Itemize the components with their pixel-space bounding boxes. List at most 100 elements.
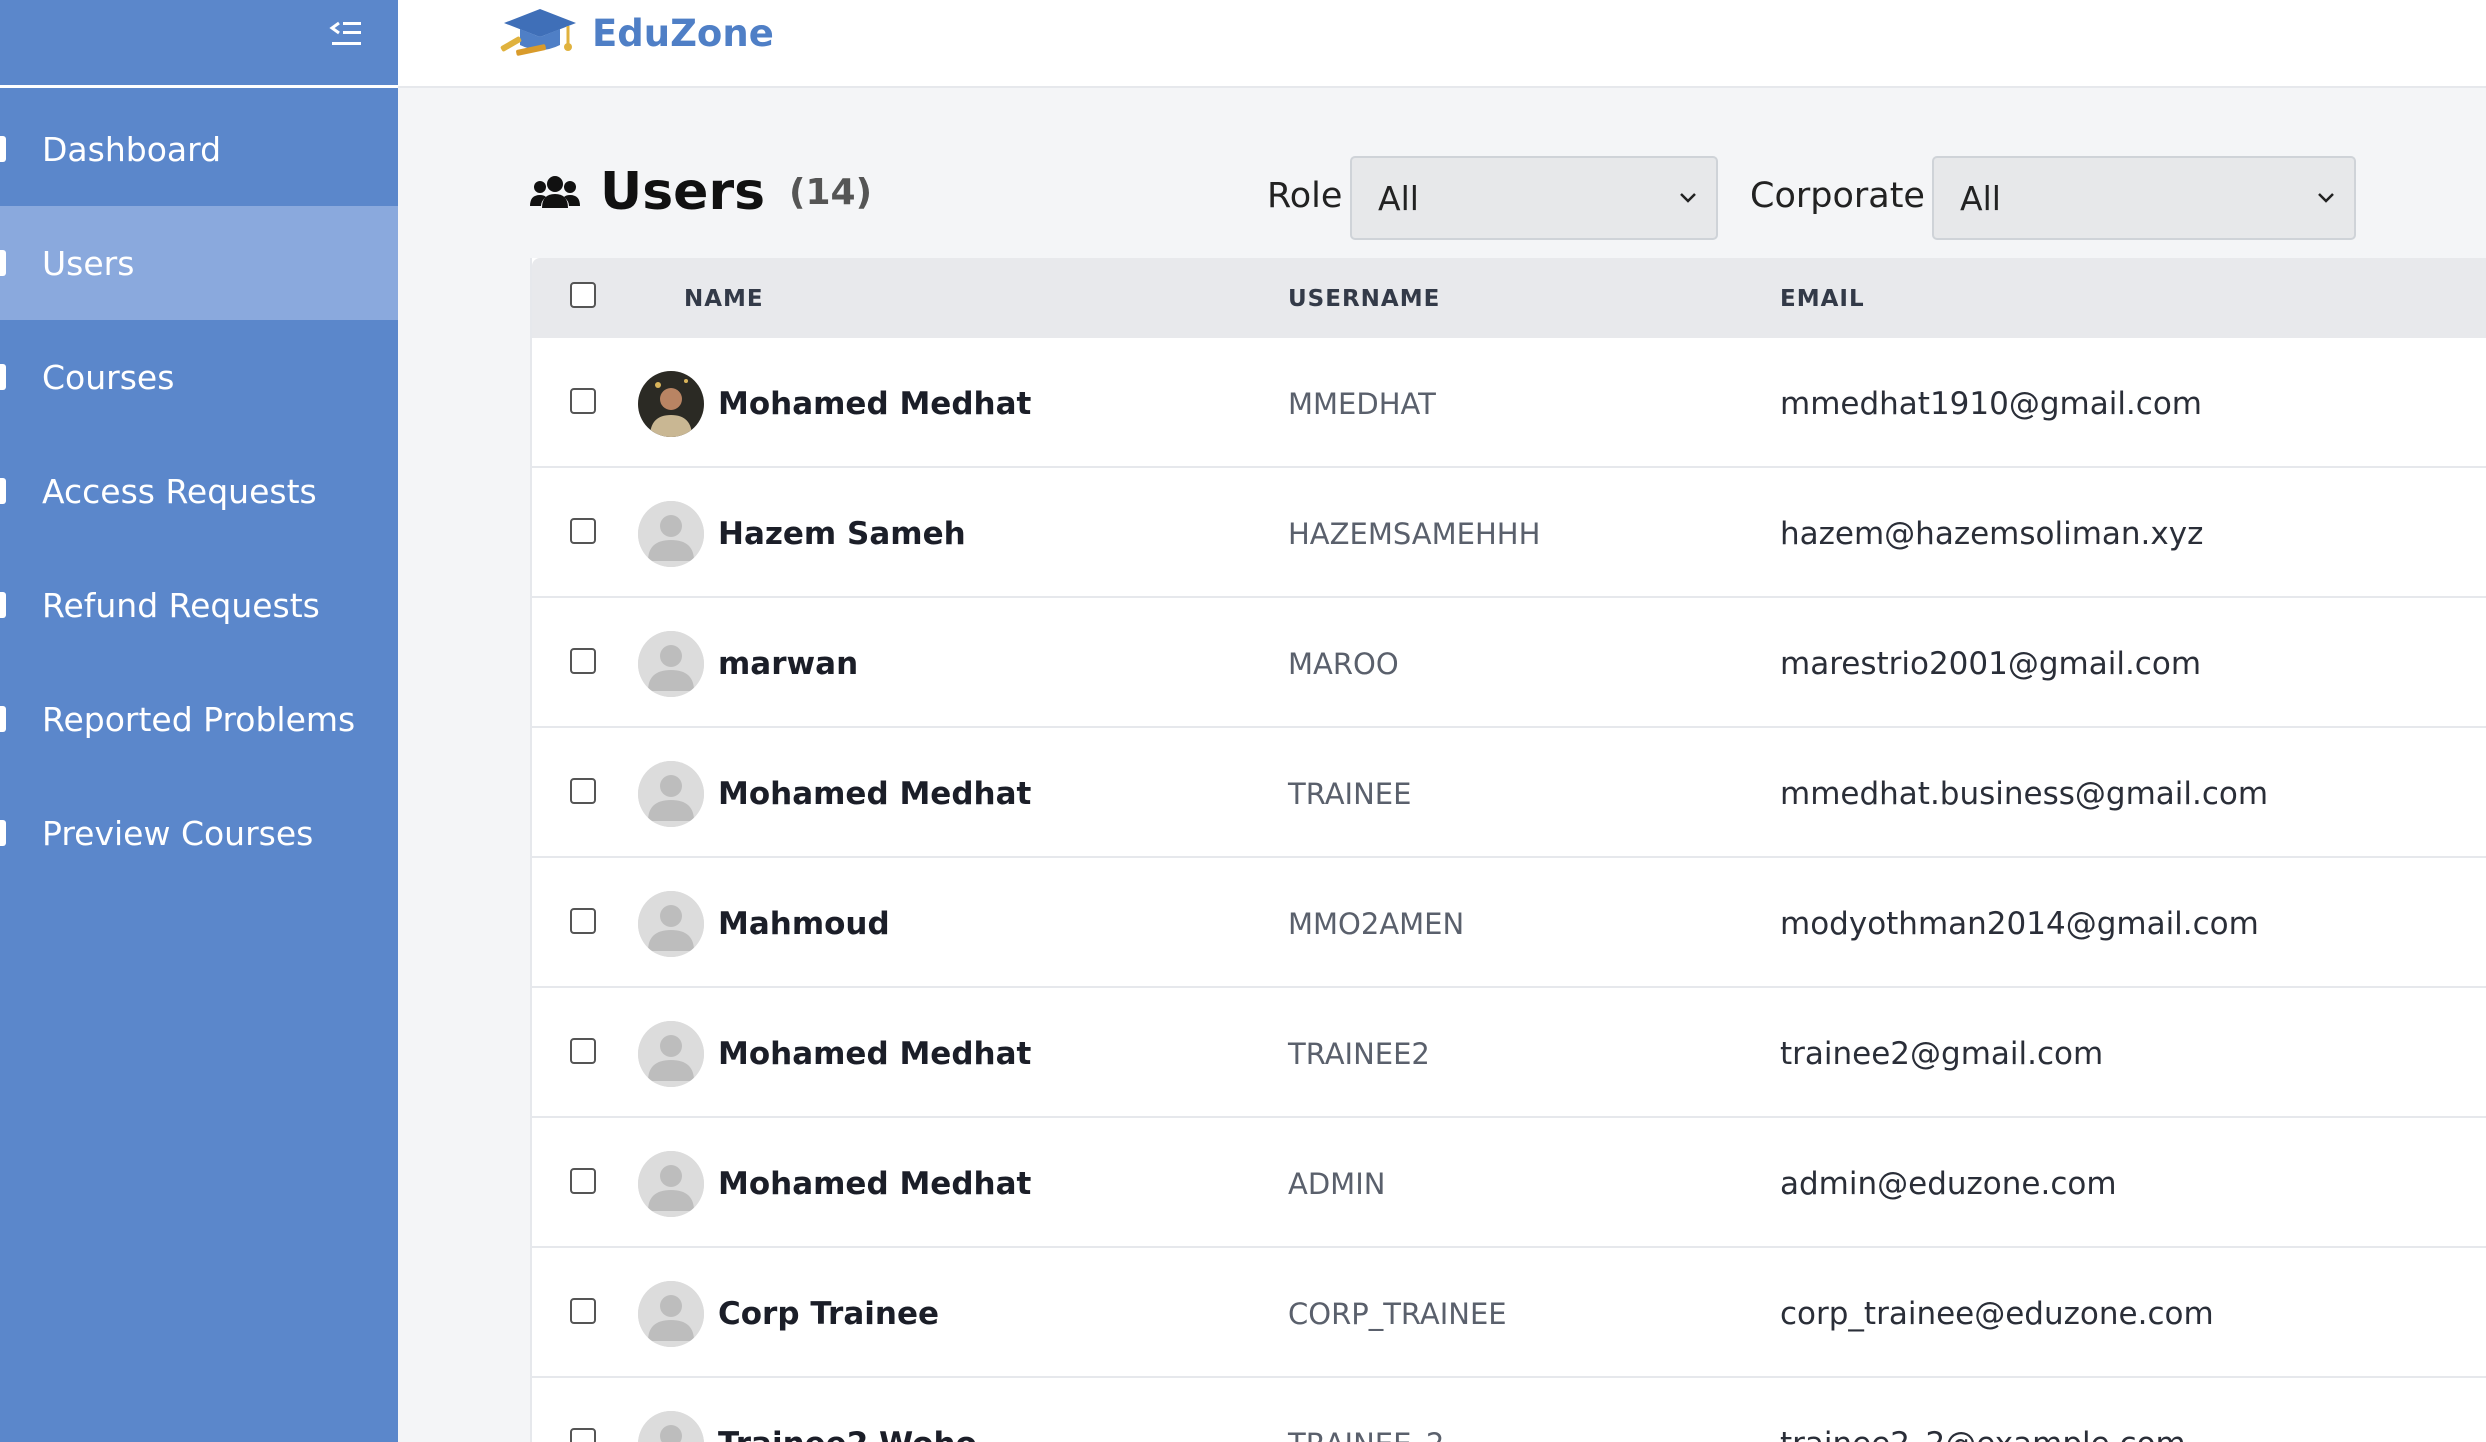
sidebar-item-access-requests[interactable]: Access Requests — [0, 434, 398, 548]
corporate-filter-label: Corporate — [1750, 176, 1925, 216]
sidebar-item-dashboard[interactable]: Dashboard — [0, 92, 398, 206]
table-row[interactable]: Corp Trainee CORP_TRAINEE corp_trainee@edu… — [532, 1248, 2486, 1378]
column-header-username[interactable]: USERNAME — [1288, 286, 1440, 312]
user-username: TRAINEE2 — [1288, 1037, 1430, 1071]
sidebar-item-users[interactable]: Users — [0, 206, 398, 320]
user-username: MAROO — [1288, 647, 1399, 681]
user-name[interactable]: Mohamed Medhat — [718, 386, 1031, 422]
user-name[interactable]: Corp Trainee — [718, 1296, 939, 1332]
user-email: mmedhat.business@gmail.com — [1780, 776, 2269, 812]
page-title-text: Users — [600, 162, 766, 222]
row-checkbox[interactable] — [570, 1168, 596, 1194]
table-row[interactable]: Hazem Sameh HAZEMSAMEHHH hazem@hazemsolima… — [532, 468, 2486, 598]
user-name[interactable]: Mohamed Medhat — [718, 1166, 1031, 1202]
table-body: Mohamed Medhat MMEDHAT mmedhat1910@gmail.c… — [532, 338, 2486, 1442]
sidebar-item-label: Courses — [42, 357, 175, 397]
avatar — [638, 1281, 704, 1347]
users-group-icon — [530, 176, 580, 208]
avatar — [638, 631, 704, 697]
user-email: trainee2@gmail.com — [1780, 1036, 2104, 1072]
user-username: MMEDHAT — [1288, 387, 1436, 421]
sidebar-item-label: Refund Requests — [42, 585, 320, 625]
role-select-value: All — [1378, 178, 1419, 218]
table-row[interactable]: marwan MAROO marestrio2001@gmail.com — [532, 598, 2486, 728]
reported-problems-icon — [0, 706, 6, 732]
user-email: trainee2_2@example.com — [1780, 1426, 2186, 1442]
user-username: CORP_TRAINEE — [1288, 1297, 1507, 1331]
sidebar-item-label: Access Requests — [42, 471, 317, 511]
user-name[interactable]: Mahmoud — [718, 906, 890, 942]
users-table: NAME USERNAME EMAIL Mohamed Medhat MMEDHA… — [530, 258, 2486, 1442]
avatar — [638, 1021, 704, 1087]
sidebar-item-label: Preview Courses — [42, 813, 314, 853]
users-icon — [0, 250, 6, 276]
sidebar-item-label: Users — [42, 243, 135, 283]
top-bar: EduZone — [398, 0, 2486, 88]
sidebar-item-label: Dashboard — [42, 129, 222, 169]
app-name: EduZone — [592, 11, 774, 55]
sidebar: Dashboard Users Courses Access Requests … — [0, 0, 398, 1442]
user-name[interactable]: Mohamed Medhat — [718, 1036, 1031, 1072]
user-email: marestrio2001@gmail.com — [1780, 646, 2202, 682]
user-name[interactable]: marwan — [718, 646, 858, 682]
role-filter-label: Role — [1267, 176, 1343, 216]
corporate-select[interactable]: All — [1932, 156, 2356, 240]
sidebar-item-refund-requests[interactable]: Refund Requests — [0, 548, 398, 662]
chevron-down-icon — [2318, 193, 2334, 203]
table-row[interactable]: Mohamed Medhat TRAINEE mmedhat.business@gm… — [532, 728, 2486, 858]
chevron-down-icon — [1680, 193, 1696, 203]
avatar — [638, 371, 704, 437]
avatar — [638, 1411, 704, 1442]
row-checkbox[interactable] — [570, 1428, 596, 1442]
row-checkbox[interactable] — [570, 1038, 596, 1064]
table-header: NAME USERNAME EMAIL — [532, 258, 2486, 338]
avatar — [638, 501, 704, 567]
preview-courses-icon — [0, 820, 6, 846]
sidebar-item-courses[interactable]: Courses — [0, 320, 398, 434]
table-row[interactable]: Trainee2 Woho TRAINEE_2 trainee2_2@example… — [532, 1378, 2486, 1442]
table-row[interactable]: Mahmoud MMO2AMEN modyothman2014@gmail.com — [532, 858, 2486, 988]
user-username: TRAINEE_2 — [1288, 1427, 1444, 1442]
sidebar-item-label: Reported Problems — [42, 699, 356, 739]
column-header-email[interactable]: EMAIL — [1780, 286, 1865, 312]
table-row[interactable]: Mohamed Medhat TRAINEE2 trainee2@gmail.com — [532, 988, 2486, 1118]
refund-requests-icon — [0, 592, 6, 618]
user-username: MMO2AMEN — [1288, 907, 1465, 941]
user-name[interactable]: Trainee2 Woho — [718, 1426, 977, 1442]
row-checkbox[interactable] — [570, 388, 596, 414]
page-header: Users (14) Role All Corporate All — [530, 150, 2486, 250]
column-header-name[interactable]: NAME — [684, 286, 764, 312]
row-checkbox[interactable] — [570, 908, 596, 934]
collapse-menu-icon — [329, 21, 361, 45]
page-title: Users (14) — [530, 162, 872, 222]
avatar — [638, 761, 704, 827]
avatar — [638, 1151, 704, 1217]
user-email: corp_trainee@eduzone.com — [1780, 1296, 2214, 1332]
app-logo[interactable]: EduZone — [498, 0, 774, 66]
user-email: admin@eduzone.com — [1780, 1166, 2117, 1202]
select-all-checkbox[interactable] — [570, 282, 596, 308]
user-count: (14) — [789, 171, 873, 213]
graduation-cap-icon — [500, 9, 576, 56]
row-checkbox[interactable] — [570, 518, 596, 544]
corporate-select-value: All — [1960, 178, 2001, 218]
user-username: TRAINEE — [1288, 777, 1412, 811]
row-checkbox[interactable] — [570, 648, 596, 674]
dashboard-icon — [0, 136, 6, 162]
table-row[interactable]: Mohamed Medhat ADMIN admin@eduzone.com — [532, 1118, 2486, 1248]
sidebar-nav: Dashboard Users Courses Access Requests … — [0, 92, 398, 890]
sidebar-item-reported-problems[interactable]: Reported Problems — [0, 662, 398, 776]
sidebar-item-preview-courses[interactable]: Preview Courses — [0, 776, 398, 890]
row-checkbox[interactable] — [570, 778, 596, 804]
collapse-sidebar-button[interactable] — [326, 14, 366, 54]
role-select[interactable]: All — [1350, 156, 1718, 240]
user-name[interactable]: Hazem Sameh — [718, 516, 966, 552]
table-row[interactable]: Mohamed Medhat MMEDHAT mmedhat1910@gmail.c… — [532, 338, 2486, 468]
user-email: hazem@hazemsoliman.xyz — [1780, 516, 2204, 552]
row-checkbox[interactable] — [570, 1298, 596, 1324]
user-username: ADMIN — [1288, 1167, 1386, 1201]
user-email: modyothman2014@gmail.com — [1780, 906, 2259, 942]
user-name[interactable]: Mohamed Medhat — [718, 776, 1031, 812]
user-username: HAZEMSAMEHHH — [1288, 517, 1541, 551]
avatar — [638, 891, 704, 957]
